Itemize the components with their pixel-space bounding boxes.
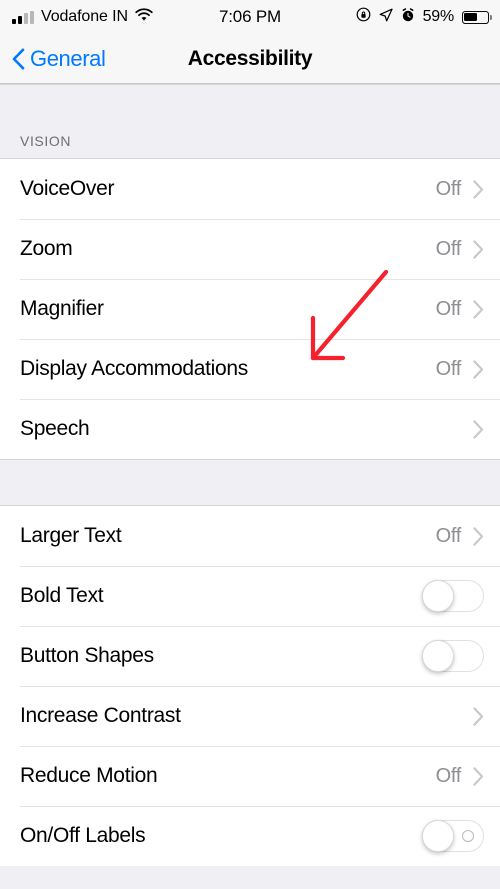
toggle-knob xyxy=(422,640,454,672)
settings-row-on-off-labels[interactable]: On/Off Labels xyxy=(0,806,500,866)
settings-row-voiceover[interactable]: VoiceOver Off xyxy=(0,159,500,219)
settings-row-label: Bold Text xyxy=(20,584,104,607)
settings-row-value: Off xyxy=(435,357,462,380)
settings-row-display-accommodations[interactable]: Display Accommodations Off xyxy=(0,339,500,399)
chevron-right-icon xyxy=(473,766,484,786)
settings-row-speech[interactable]: Speech xyxy=(0,399,500,459)
settings-group: VoiceOver Off Zoom Off Magnifier Off Display A… xyxy=(0,159,500,459)
back-button-general[interactable]: General xyxy=(0,45,106,72)
rotation-lock-icon xyxy=(356,7,371,27)
settings-row-zoom[interactable]: Zoom Off xyxy=(0,219,500,279)
chevron-right-icon xyxy=(473,706,484,726)
toggle-switch[interactable] xyxy=(422,820,484,852)
section-header-label: VISION xyxy=(20,133,72,149)
settings-row-label: Increase Contrast xyxy=(20,704,181,727)
navigation-bar: General Accessibility xyxy=(0,34,500,84)
settings-row-label: VoiceOver xyxy=(20,177,115,200)
status-bar: Vodafone IN 7:06 PM 59% xyxy=(0,0,500,34)
toggle-switch[interactable] xyxy=(422,640,484,672)
chevron-right-icon xyxy=(473,359,484,379)
chevron-right-icon xyxy=(473,179,484,199)
settings-row-reduce-motion[interactable]: Reduce Motion Off xyxy=(0,746,500,806)
settings-list: VISION VoiceOver Off Zoom Off Magnifier Off Dis… xyxy=(0,84,500,866)
iphone-screen: Vodafone IN 7:06 PM 59% General Accessib… xyxy=(0,0,500,889)
settings-row-label: Reduce Motion xyxy=(20,764,158,787)
battery-icon xyxy=(462,10,492,24)
chevron-right-icon xyxy=(473,419,484,439)
settings-row-bold-text[interactable]: Bold Text xyxy=(0,566,500,626)
status-bar-right: 59% xyxy=(356,7,492,27)
alarm-clock-icon xyxy=(401,7,415,27)
toggle-knob xyxy=(422,820,454,852)
settings-row-value: Off xyxy=(435,764,462,787)
settings-row-value: Off xyxy=(435,524,462,547)
chevron-right-icon xyxy=(473,299,484,319)
chevron-left-icon xyxy=(12,48,25,70)
settings-row-label: Button Shapes xyxy=(20,644,154,667)
settings-row-button-shapes[interactable]: Button Shapes xyxy=(0,626,500,686)
settings-row-label: Larger Text xyxy=(20,524,122,547)
section-gap xyxy=(0,459,500,506)
location-arrow-icon xyxy=(379,8,393,27)
toggle-knob xyxy=(422,580,454,612)
chevron-right-icon xyxy=(473,239,484,259)
settings-group: Larger Text Off Bold Text Button Shapes Incr… xyxy=(0,506,500,866)
settings-row-magnifier[interactable]: Magnifier Off xyxy=(0,279,500,339)
settings-row-value: Off xyxy=(435,177,462,200)
settings-row-label: Magnifier xyxy=(20,297,104,320)
settings-row-label: Speech xyxy=(20,417,90,440)
battery-percent-label: 59% xyxy=(422,8,455,25)
settings-row-larger-text[interactable]: Larger Text Off xyxy=(0,506,500,566)
settings-row-increase-contrast[interactable]: Increase Contrast xyxy=(0,686,500,746)
settings-row-label: Display Accommodations xyxy=(20,357,248,380)
toggle-switch[interactable] xyxy=(422,580,484,612)
settings-row-label: Zoom xyxy=(20,237,73,260)
chevron-right-icon xyxy=(473,526,484,546)
off-label-circle-icon xyxy=(462,830,474,842)
section-header-vision: VISION xyxy=(0,84,500,159)
settings-row-value: Off xyxy=(435,297,462,320)
settings-row-label: On/Off Labels xyxy=(20,824,146,847)
settings-row-value: Off xyxy=(435,237,462,260)
back-button-label: General xyxy=(30,45,106,71)
